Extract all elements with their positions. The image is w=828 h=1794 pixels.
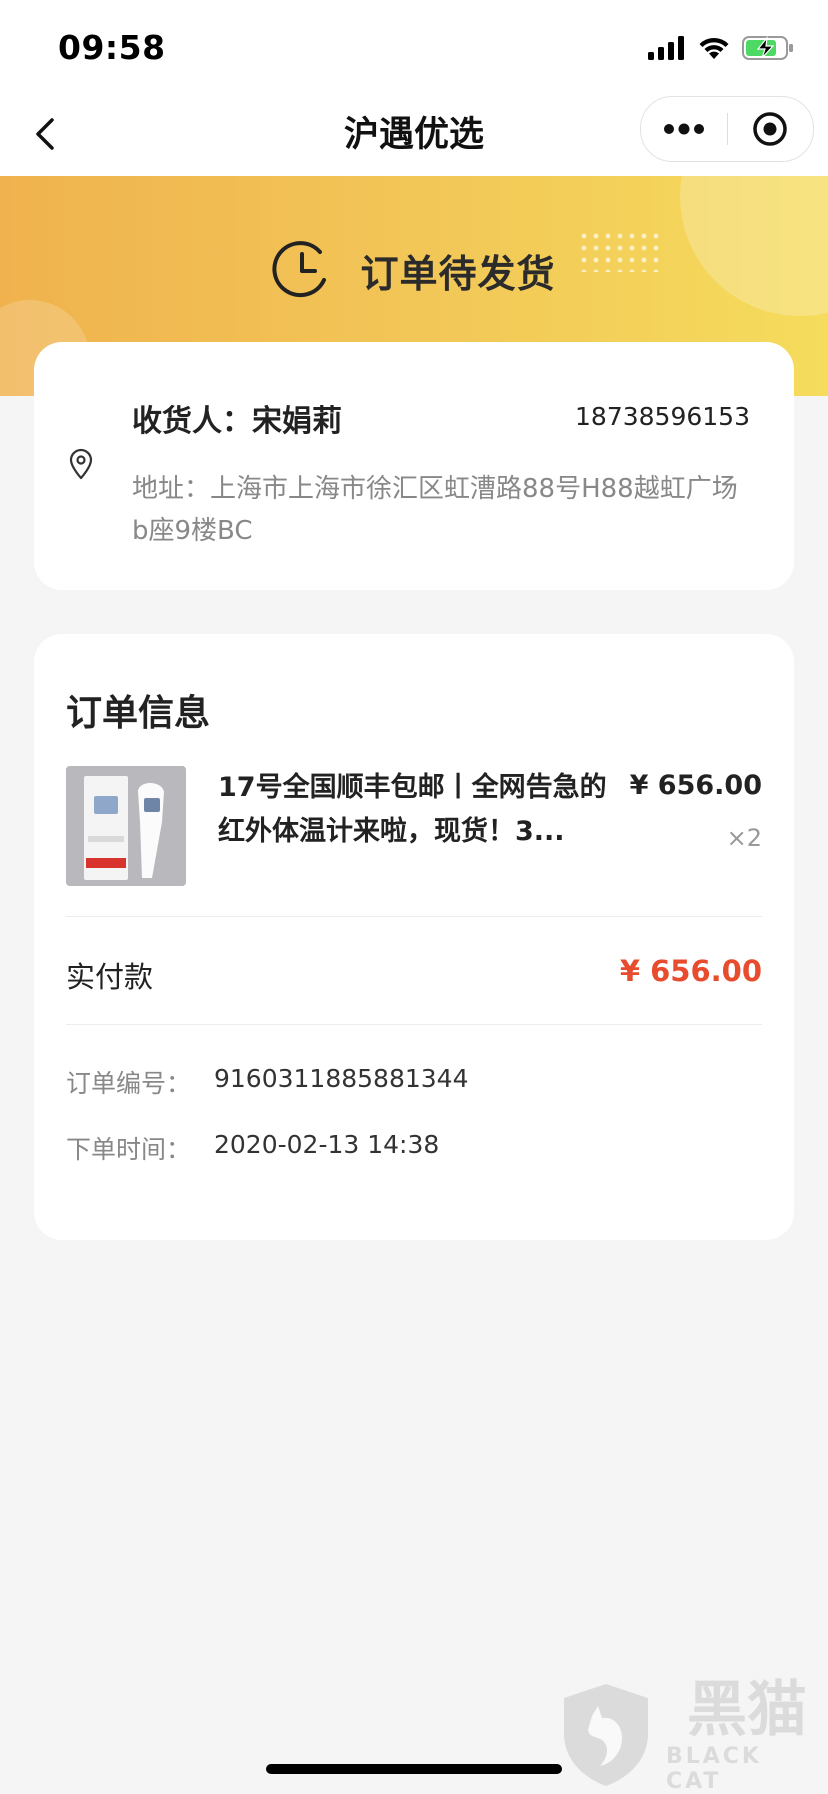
black-cat-watermark: 黑猫 BLACK CAT <box>556 1676 828 1794</box>
nav-bar: 沪遇优选 <box>0 92 828 176</box>
product-name[interactable]: 17号全国顺丰包邮丨全网告急的红外体温计来啦，现货！3... <box>218 766 618 854</box>
order-status: 订单待发货 <box>0 240 828 300</box>
clock-icon <box>272 241 327 298</box>
divider <box>66 916 762 917</box>
order-info-title: 订单信息 <box>66 693 211 734</box>
watermark-text-cn: 黑猫 <box>686 1675 807 1745</box>
shipping-address: 地址：上海市上海市徐汇区虹漕路88号H88越虹广场b座9楼BC <box>132 474 738 546</box>
order-status-text: 订单待发货 <box>360 251 556 296</box>
cat-shield-logo-icon <box>563 1684 648 1786</box>
address-card[interactable]: 收货人：宋娟莉 18738596153 地址：上海市上海市徐汇区虹漕路88号H8… <box>34 342 794 590</box>
paid-amount-value: ¥ 656.00 <box>619 954 762 988</box>
watermark-text-en: BLACK CAT <box>665 1744 762 1794</box>
mini-program-capsule <box>640 96 814 162</box>
status-bar: 09:58 <box>0 0 828 92</box>
product-image[interactable] <box>66 766 186 886</box>
thermometer-product-image <box>66 766 186 886</box>
target-close-icon <box>753 112 787 146</box>
product-price: ¥ 656.00 <box>629 770 762 801</box>
paid-amount-label: 实付款 <box>66 960 154 994</box>
status-icons <box>648 34 794 62</box>
location-pin-icon <box>69 448 93 480</box>
divider <box>66 1024 762 1025</box>
recipient-name: 收货人：宋娟莉 <box>132 404 342 439</box>
more-button[interactable] <box>641 97 727 161</box>
order-number-label: 订单编号： <box>66 1069 192 1098</box>
order-info-card: 订单信息 17号全国顺丰包邮丨全网告急的红外体温计来啦，现货！3... ¥ 65… <box>34 634 794 1240</box>
order-time-value: 2020-02-13 14:38 <box>214 1130 440 1159</box>
more-dots-icon <box>664 123 704 135</box>
battery-charging-icon <box>742 36 793 60</box>
recipient-phone: 18738596153 <box>575 402 750 431</box>
product-quantity: ×2 <box>726 824 762 852</box>
signal-icon <box>648 36 684 60</box>
home-indicator[interactable] <box>266 1764 562 1774</box>
order-number-value: 9160311885881344 <box>214 1064 469 1093</box>
status-time: 09:58 <box>58 28 166 67</box>
order-time-label: 下单时间： <box>66 1135 192 1164</box>
wifi-icon <box>699 37 729 59</box>
close-button[interactable] <box>727 97 813 161</box>
